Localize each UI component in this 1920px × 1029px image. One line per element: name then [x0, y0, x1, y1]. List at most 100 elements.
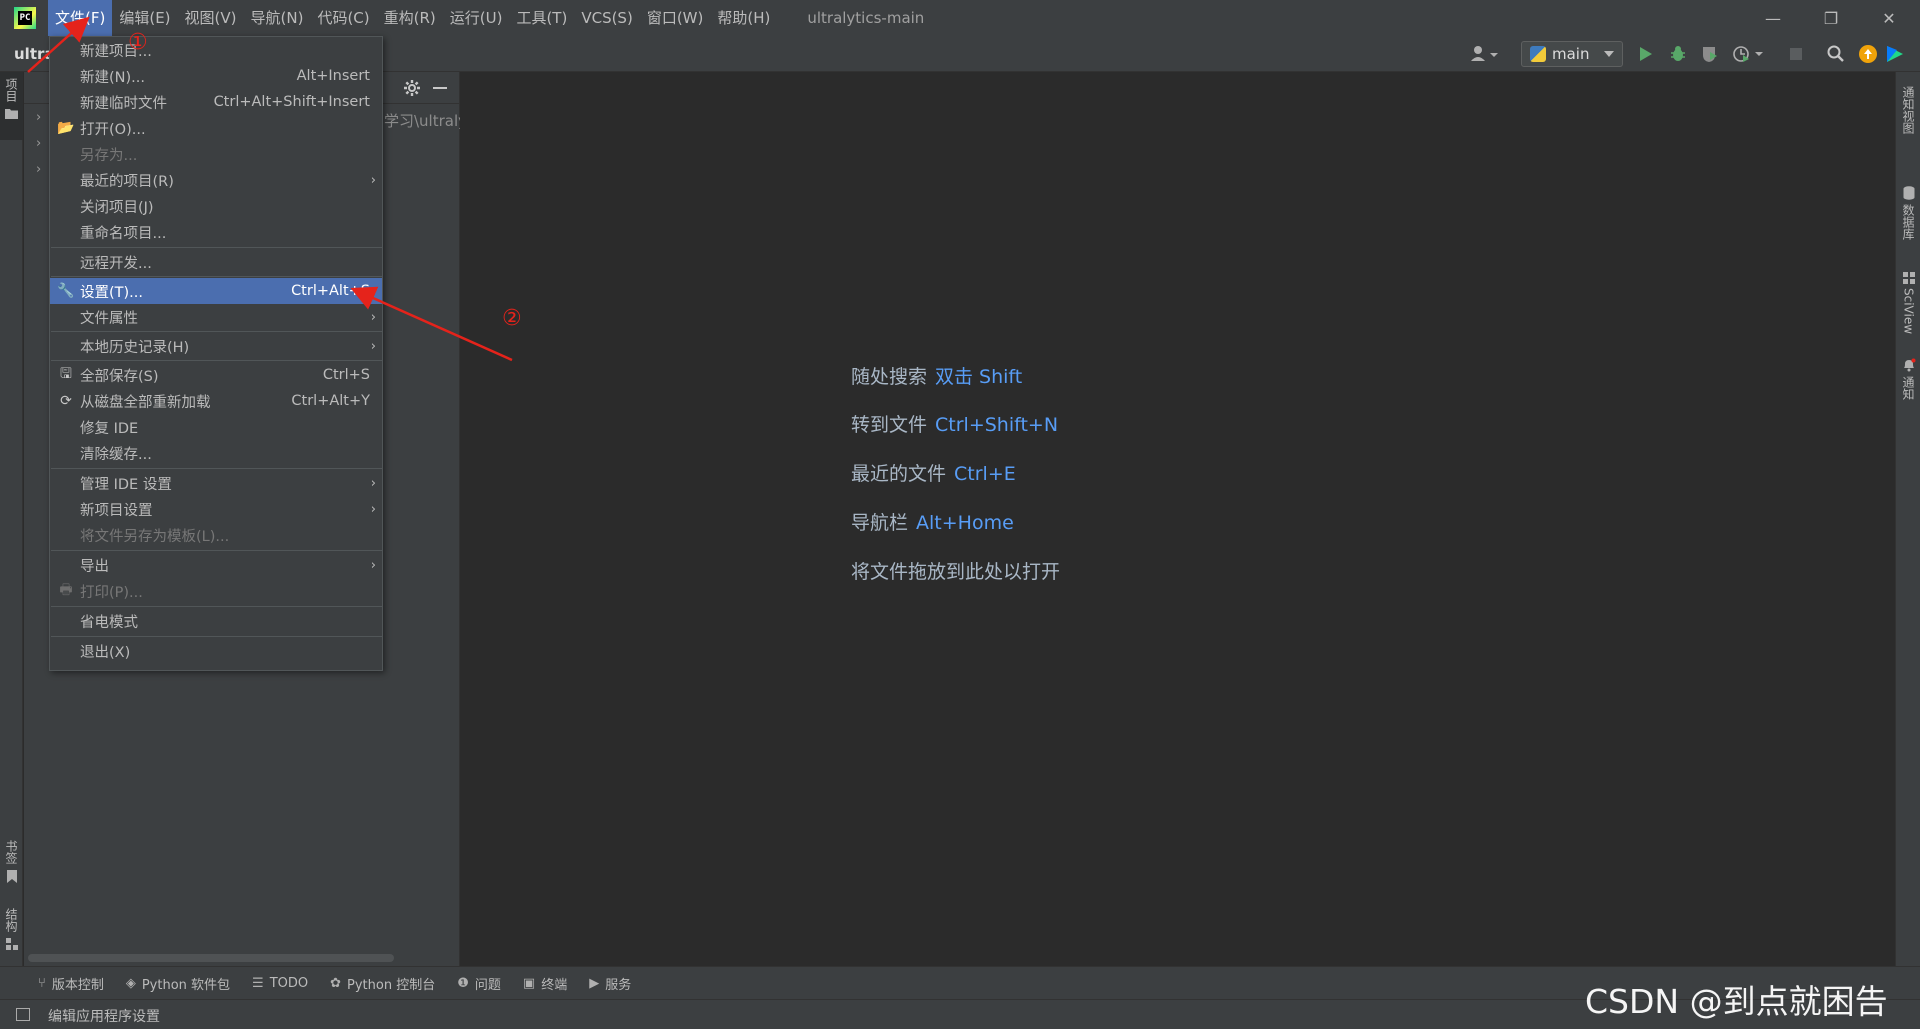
menu-run[interactable]: 运行(U) — [443, 0, 510, 36]
debug-icon[interactable] — [1668, 44, 1688, 64]
hint-label: 转到文件 — [851, 414, 928, 436]
hint-navigation-bar: 导航栏 Alt+Home — [851, 508, 1014, 535]
project-tool-tab[interactable]: 项目 — [0, 72, 23, 140]
tool-tab-label: 问题 — [474, 977, 501, 993]
submenu-arrow-icon: › — [370, 557, 376, 573]
save-icon: 🖫 — [60, 366, 72, 382]
database-tab[interactable]: 数据库 — [1896, 182, 1920, 262]
menu-item-new-project-settings[interactable]: 新项目设置 › — [50, 496, 382, 522]
horizontal-scrollbar[interactable] — [28, 954, 394, 962]
database-icon — [1903, 186, 1914, 200]
annotation-step-1: ① — [128, 30, 148, 55]
layers-icon: ◈ — [125, 975, 136, 991]
gear-icon[interactable] — [402, 78, 422, 98]
close-button[interactable]: ✕ — [1860, 0, 1918, 36]
menu-item-new-project[interactable]: 新建项目... — [50, 37, 382, 63]
right-tab-label: 数据库 — [1901, 204, 1915, 240]
notifications-tab[interactable]: 通知 — [1896, 354, 1920, 414]
folder-icon — [5, 109, 18, 119]
tool-tab-label: Python 软件包 — [141, 977, 231, 993]
menu-item-export[interactable]: 导出 › — [50, 552, 382, 578]
sciview-tab[interactable]: SciView — [1896, 268, 1920, 344]
update-icon[interactable] — [1858, 44, 1878, 64]
pycharm-logo-icon: PC — [14, 7, 36, 29]
list-icon: ☰ — [252, 975, 264, 991]
right-tab-label: 通知视图 — [1901, 86, 1915, 134]
tree-expand-icon[interactable]: › — [36, 110, 41, 125]
menu-help[interactable]: 帮助(H) — [710, 0, 777, 36]
profile-icon[interactable] — [1732, 44, 1766, 64]
stop-icon[interactable] — [1786, 44, 1806, 64]
right-tab-label: SciView — [1901, 288, 1916, 335]
open-folder-icon: 📂 — [57, 120, 75, 136]
menu-view[interactable]: 视图(V) — [178, 0, 244, 36]
bookmarks-tool-tab[interactable]: 书签 — [0, 834, 23, 890]
coverage-icon[interactable] — [1700, 44, 1720, 64]
submenu-arrow-icon: › — [370, 475, 376, 491]
menu-item-reload-all[interactable]: ⟳ 从磁盘全部重新加载 Ctrl+Alt+Y — [50, 388, 382, 414]
restore-button[interactable]: ❐ — [1802, 0, 1860, 36]
python-console-tab[interactable]: ✿ Python 控制台 — [330, 974, 435, 993]
menu-code[interactable]: 代码(C) — [310, 0, 376, 36]
services-tab[interactable]: ▶ 服务 — [589, 974, 631, 993]
run-icon[interactable] — [1636, 44, 1656, 64]
submenu-arrow-icon: › — [370, 309, 376, 325]
menu-item-new-scratch[interactable]: 新建临时文件 Ctrl+Alt+Shift+Insert — [50, 89, 382, 115]
editor-empty-area[interactable]: 随处搜索 双击 Shift 转到文件 Ctrl+Shift+N 最近的文件 Ctrl+… — [461, 72, 1895, 966]
menu-item-exit[interactable]: 退出(X) — [50, 638, 382, 664]
menu-item-remote-development[interactable]: 远程开发... — [50, 249, 382, 275]
terminal-tab[interactable]: ▣ 终端 — [523, 974, 567, 993]
tool-tab-label: 版本控制 — [51, 977, 104, 993]
tree-expand-icon[interactable]: › — [36, 136, 41, 151]
menu-item-rename-project[interactable]: 重命名项目... — [50, 219, 382, 245]
tool-tab-label: 终端 — [541, 977, 568, 993]
structure-tab-label: 结构 — [4, 908, 18, 932]
todo-tab[interactable]: ☰ TODO — [252, 976, 308, 991]
menu-item-save-all[interactable]: 🖫 全部保存(S) Ctrl+S — [50, 362, 382, 388]
menu-item-manage-ide-settings[interactable]: 管理 IDE 设置 › — [50, 470, 382, 496]
menu-file[interactable]: 文件(F) — [48, 0, 113, 36]
menu-refactor[interactable]: 重构(R) — [377, 0, 443, 36]
menu-item-repair-ide[interactable]: 修复 IDE — [50, 414, 382, 440]
menu-item-power-save-mode[interactable]: 省电模式 — [50, 608, 382, 634]
menu-item-local-history[interactable]: 本地历史记录(H) › — [50, 333, 382, 359]
menu-tools[interactable]: 工具(T) — [509, 0, 574, 36]
menu-item-file-properties[interactable]: 文件属性 › — [50, 304, 382, 330]
hide-panel-icon[interactable] — [430, 78, 450, 98]
hint-search-everywhere: 随处搜索 双击 Shift — [851, 362, 1022, 389]
menu-separator — [51, 331, 383, 332]
menu-vcs[interactable]: VCS(S) — [574, 0, 639, 36]
menu-item-invalidate-caches[interactable]: 清除缓存... — [50, 440, 382, 466]
menu-separator — [51, 550, 383, 551]
left-tool-stripe: 项目 书签 结构 — [0, 72, 23, 966]
menu-item-settings[interactable]: 🔧 设置(T)... Ctrl+Alt+S — [50, 278, 382, 304]
version-control-tab[interactable]: ⑂ 版本控制 — [38, 974, 104, 993]
tree-expand-icon[interactable]: › — [36, 162, 41, 177]
sciview-icon — [1902, 272, 1915, 284]
python-console-icon: ✿ — [330, 975, 342, 991]
hint-label: 随处搜索 — [851, 366, 928, 388]
menu-item-recent-projects[interactable]: 最近的项目(R) › — [50, 167, 382, 193]
project-tab-label: 项目 — [4, 78, 18, 102]
hint-goto-file: 转到文件 Ctrl+Shift+N — [851, 410, 1058, 437]
run-configuration-select[interactable]: main — [1521, 41, 1623, 67]
structure-icon — [5, 938, 18, 950]
menu-item-open[interactable]: 📂 打开(O)... — [50, 115, 382, 141]
notifications-view-tab[interactable]: 通知视图 — [1896, 82, 1920, 178]
minimize-button[interactable]: — — [1744, 0, 1802, 36]
hint-label: 将文件拖放到此处以打开 — [851, 561, 1061, 583]
jetbrains-toolbox-icon[interactable] — [1885, 44, 1905, 64]
menu-item-close-project[interactable]: 关闭项目(J) — [50, 193, 382, 219]
search-icon[interactable] — [1826, 44, 1846, 64]
layout-toggle-icon[interactable] — [16, 1008, 30, 1021]
structure-tool-tab[interactable]: 结构 — [0, 902, 23, 962]
submenu-arrow-icon: › — [370, 338, 376, 354]
python-packages-tab[interactable]: ◈ Python 软件包 — [126, 974, 230, 993]
menu-window[interactable]: 窗口(W) — [640, 0, 711, 36]
menu-item-new[interactable]: 新建(N)... Alt+Insert — [50, 63, 382, 89]
user-account-icon[interactable] — [1468, 44, 1502, 64]
menu-navigate[interactable]: 导航(N) — [244, 0, 311, 36]
menu-item-save-as-template: 将文件另存为模板(L)... — [80, 528, 230, 545]
problems-tab[interactable]: ❶ 问题 — [457, 974, 501, 993]
project-path: 学习\ultraly — [384, 112, 460, 130]
